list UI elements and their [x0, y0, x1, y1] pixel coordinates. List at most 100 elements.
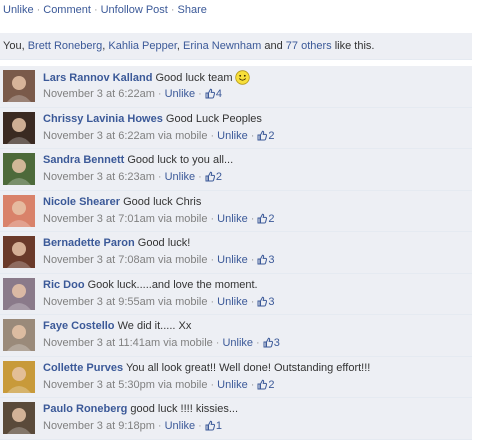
separator: · [210, 129, 215, 142]
separator: · [210, 212, 215, 225]
comment-like-count[interactable]: 3 [263, 337, 280, 349]
comment-author-link[interactable]: Lars Rannov Kalland [43, 72, 152, 84]
separator: · [210, 378, 215, 391]
comment-text: Gook luck.....and love the moment. [87, 278, 258, 291]
page-margin [472, 0, 492, 444]
comment-meta: November 3 at 7:08am via mobile · Unlike · 3 [43, 253, 275, 269]
comment-meta: November 3 at 9:55am via mobile · Unlike · 3 [43, 295, 275, 311]
comment-text: Good Luck Peoples [165, 112, 262, 125]
comment-body: Nicole Shearer Good luck Chris [43, 195, 466, 209]
via-mobile-label: via mobile [157, 212, 208, 225]
comment-meta: November 3 at 6:22am · Unlike · 4 [43, 87, 222, 103]
separator: · [157, 171, 162, 183]
comment-timestamp[interactable]: November 3 at 9:55am [43, 296, 155, 308]
like-count: 2 [268, 378, 275, 391]
thumbs-up-icon [257, 254, 268, 269]
comment-timestamp[interactable]: November 3 at 7:08am [43, 254, 155, 266]
comment-like-count[interactable]: 3 [257, 254, 275, 269]
avatar[interactable] [3, 236, 35, 268]
comment-body: Ric Doo Gook luck.....and love the momen… [43, 278, 466, 292]
like-count: 1 [215, 420, 222, 432]
comment-item: Chrissy Lavinia Howes Good Luck Peoples N… [0, 107, 472, 149]
comment-author-link[interactable]: Paulo Roneberg [43, 403, 127, 415]
unfollow-post-link[interactable]: Unfollow Post [101, 4, 168, 16]
comment-unlike-link[interactable]: Unlike [165, 171, 196, 183]
via-mobile-label: via mobile [157, 129, 208, 142]
comment-author-link[interactable]: Ric Doo [43, 279, 85, 291]
comment-author-link[interactable]: Collette Purves [43, 362, 123, 374]
avatar[interactable] [3, 277, 35, 310]
avatar[interactable] [3, 153, 35, 185]
unlike-post-link[interactable]: Unlike [3, 4, 34, 16]
avatar[interactable] [3, 360, 35, 393]
comment-meta: November 3 at 6:22am via mobile · Unlike · 2 [43, 129, 275, 145]
separator: · [157, 420, 162, 432]
post-actions-bar: Unlike · Comment · Unfollow Post · Share [3, 3, 207, 17]
comment-unlike-link[interactable]: Unlike [222, 337, 253, 349]
comment-like-count[interactable]: 1 [205, 420, 222, 432]
comment-like-count[interactable]: 2 [257, 212, 275, 225]
comment-author-link[interactable]: Faye Costello [43, 320, 115, 332]
separator: · [250, 295, 255, 308]
comment-unlike-link[interactable]: Unlike [217, 213, 248, 225]
smiley-icon [234, 70, 250, 89]
liker-link-3[interactable]: Erina Newnham [183, 40, 261, 52]
thumbs-up-icon [257, 296, 268, 311]
liker-link-2[interactable]: Kahlia Pepper [108, 40, 177, 52]
comment-like-count[interactable]: 2 [205, 171, 222, 183]
comment-author-link[interactable]: Bernadette Paron [43, 237, 135, 249]
separator: · [215, 337, 220, 349]
comment-timestamp[interactable]: November 3 at 9:18pm [43, 420, 155, 432]
comment-timestamp[interactable]: November 3 at 11:41am [43, 337, 160, 349]
thumbs-up-icon [205, 88, 215, 103]
avatar[interactable] [3, 111, 35, 144]
comment-list: Lars Rannov Kalland Good luck team Novemb… [0, 66, 472, 440]
comment-timestamp[interactable]: November 3 at 7:01am [43, 213, 155, 225]
comment-item: Collette Purves You all look great!! Wel… [0, 356, 472, 398]
comment-timestamp[interactable]: November 3 at 6:22am [43, 130, 155, 142]
comment-item: Sandra Bennett Good luck to you all... No… [0, 149, 472, 191]
comment-author-link[interactable]: Nicole Shearer [43, 196, 120, 208]
comment-unlike-link[interactable]: Unlike [217, 379, 248, 391]
comment-timestamp[interactable]: November 3 at 5:30pm [43, 379, 155, 391]
comment-unlike-link[interactable]: Unlike [217, 254, 248, 266]
comment-body: Paulo Roneberg good luck !!!! kissies... [43, 402, 466, 416]
avatar[interactable] [3, 402, 35, 434]
comment-item: Faye Costello We did it..... Xx November … [0, 315, 472, 357]
comment-timestamp[interactable]: November 3 at 6:23am [43, 171, 155, 183]
comment-unlike-link[interactable]: Unlike [165, 420, 196, 432]
likers-others-link[interactable]: 77 others [286, 40, 332, 52]
like-count: 3 [268, 254, 275, 266]
comment-item: Paulo Roneberg good luck !!!! kissies...… [0, 398, 472, 440]
avatar[interactable] [3, 194, 35, 227]
comment-unlike-link[interactable]: Unlike [217, 296, 248, 308]
likes-and: and [264, 40, 283, 52]
comment-author-link[interactable]: Chrissy Lavinia Howes [43, 113, 163, 125]
like-count: 2 [268, 212, 275, 225]
comment-like-count[interactable]: 3 [257, 296, 275, 311]
comment-author-link[interactable]: Sandra Bennett [43, 154, 124, 166]
comment-like-count[interactable]: 2 [257, 378, 275, 391]
liker-link-1[interactable]: Brett Roneberg [28, 40, 103, 52]
via-mobile-label: via mobile [157, 254, 208, 266]
separator: · [198, 420, 202, 432]
separator: · [93, 4, 98, 16]
comment-item: Nicole Shearer Good luck Chris November 3… [0, 190, 472, 232]
comment-link[interactable]: Comment [43, 4, 91, 16]
comment-like-count[interactable]: 2 [257, 129, 275, 142]
comment-unlike-link[interactable]: Unlike [217, 130, 248, 142]
separator: · [198, 171, 202, 183]
separator: · [157, 88, 162, 100]
comment-text: Good luck Chris [123, 195, 202, 208]
comment-text: Good luck to you all... [127, 154, 234, 166]
thumbs-up-icon [205, 420, 215, 435]
likes-prefix: You, [3, 40, 25, 52]
like-count: 2 [268, 129, 275, 142]
share-link[interactable]: Share [178, 4, 207, 16]
avatar[interactable] [3, 319, 35, 351]
separator: · [210, 254, 215, 266]
comment-timestamp[interactable]: November 3 at 6:22am [43, 88, 155, 100]
comment-like-count[interactable]: 4 [205, 88, 222, 100]
comment-unlike-link[interactable]: Unlike [165, 88, 196, 100]
avatar[interactable] [3, 70, 35, 102]
